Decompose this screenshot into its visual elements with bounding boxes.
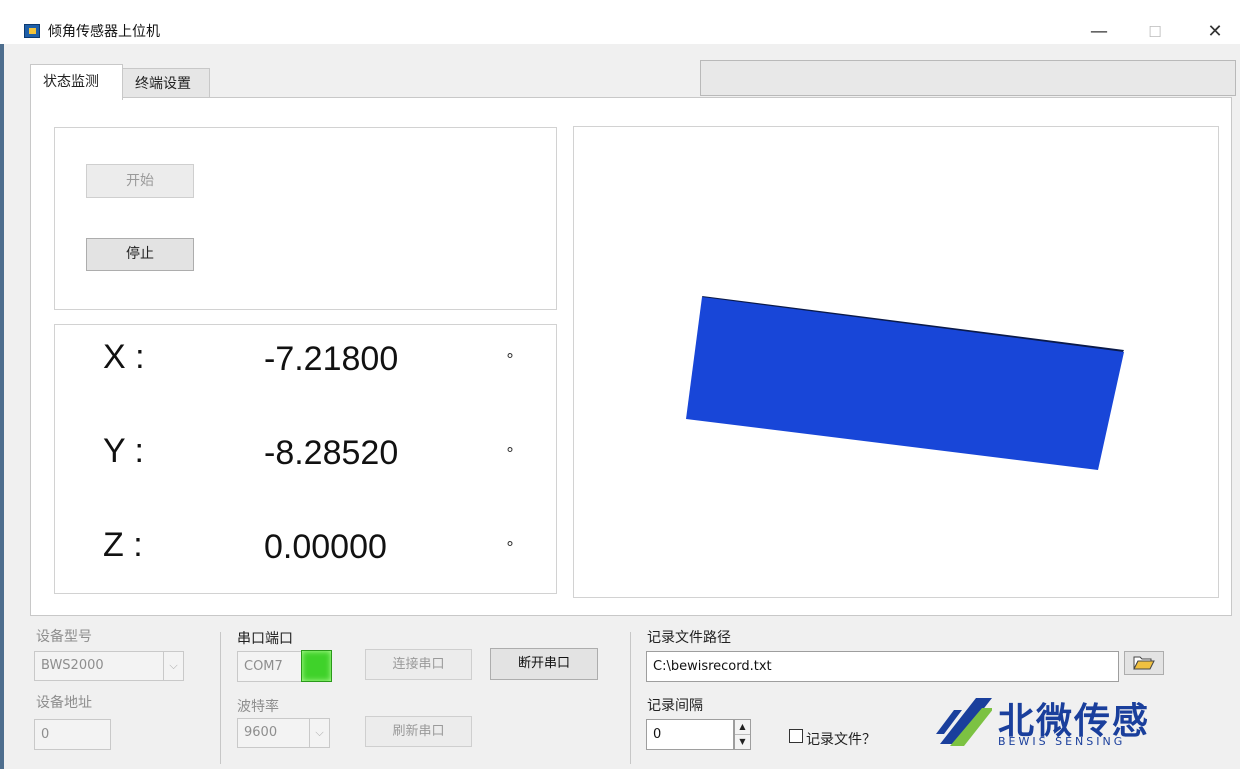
x-axis-label: X : (103, 338, 145, 376)
bewis-logo-en: BEWIS SENSING (998, 735, 1126, 748)
record-file-checkbox[interactable] (789, 729, 803, 743)
window-left-edge (0, 0, 4, 769)
record-interval-label: 记录间隔 (647, 698, 703, 714)
record-path-label: 记录文件路径 (647, 630, 731, 646)
maximize-button[interactable]: ☐ (1140, 20, 1170, 44)
bewis-logo: 北微传感 BEWIS SENSING (936, 694, 1166, 750)
z-degree-unit: ° (506, 538, 514, 557)
device-address-input[interactable]: 0 (34, 719, 111, 750)
control-panel (54, 127, 557, 310)
x-degree-unit: ° (506, 350, 514, 369)
start-button[interactable]: 开始 (86, 164, 194, 198)
connect-serial-button[interactable]: 连接串口 (365, 649, 472, 680)
3d-viewport[interactable] (573, 126, 1219, 598)
device-model-label: 设备型号 (36, 629, 92, 645)
serial-port-field[interactable]: COM7 (237, 651, 303, 682)
3d-model-svg (686, 296, 1124, 470)
app-icon (24, 24, 40, 38)
y-angle-value: -8.28520 (264, 434, 399, 472)
title-bar[interactable]: 倾角传感器上位机 — ☐ ✕ (0, 0, 1240, 44)
close-button[interactable]: ✕ (1200, 20, 1230, 44)
chevron-down-icon[interactable]: ⌵ (309, 719, 329, 747)
folder-open-icon (1133, 656, 1155, 670)
stepper-down-icon[interactable]: ▼ (735, 735, 750, 749)
record-interval-stepper[interactable]: ▲ ▼ (734, 719, 751, 750)
baud-rate-select[interactable]: 9600 ⌵ (237, 718, 330, 748)
separator (220, 632, 221, 764)
status-display (700, 60, 1236, 96)
z-axis-label: Z : (103, 526, 143, 564)
stepper-up-icon[interactable]: ▲ (735, 720, 750, 735)
y-degree-unit: ° (506, 444, 514, 463)
window-title: 倾角传感器上位机 (48, 24, 160, 40)
record-interval-input[interactable]: 0 (646, 719, 734, 750)
device-model-select[interactable]: BWS2000 ⌵ (34, 651, 184, 681)
disconnect-serial-button[interactable]: 断开串口 (490, 648, 598, 680)
serial-port-label: 串口端口 (237, 631, 293, 647)
x-angle-value: -7.21800 (264, 340, 399, 378)
connection-status-led (301, 650, 332, 682)
refresh-serial-button[interactable]: 刷新串口 (365, 716, 472, 747)
tab-terminal-settings[interactable]: 终端设置 (122, 68, 210, 98)
bewis-logo-mark (936, 698, 992, 746)
chevron-down-icon[interactable]: ⌵ (163, 652, 183, 680)
minimize-button[interactable]: — (1084, 20, 1114, 44)
z-angle-value: 0.00000 (264, 528, 387, 566)
record-path-input[interactable]: C:\bewisrecord.txt (646, 651, 1119, 682)
browse-folder-button[interactable] (1124, 651, 1164, 675)
stop-button[interactable]: 停止 (86, 238, 194, 271)
device-model-value: BWS2000 (41, 658, 104, 673)
device-address-label: 设备地址 (36, 695, 92, 711)
baud-rate-value: 9600 (244, 725, 278, 740)
y-axis-label: Y : (103, 432, 144, 470)
record-file-checkbox-label: 记录文件？ (806, 732, 876, 748)
separator (630, 632, 631, 764)
tab-status-monitor[interactable]: 状态监测 (30, 64, 123, 100)
baud-rate-label: 波特率 (237, 699, 279, 715)
